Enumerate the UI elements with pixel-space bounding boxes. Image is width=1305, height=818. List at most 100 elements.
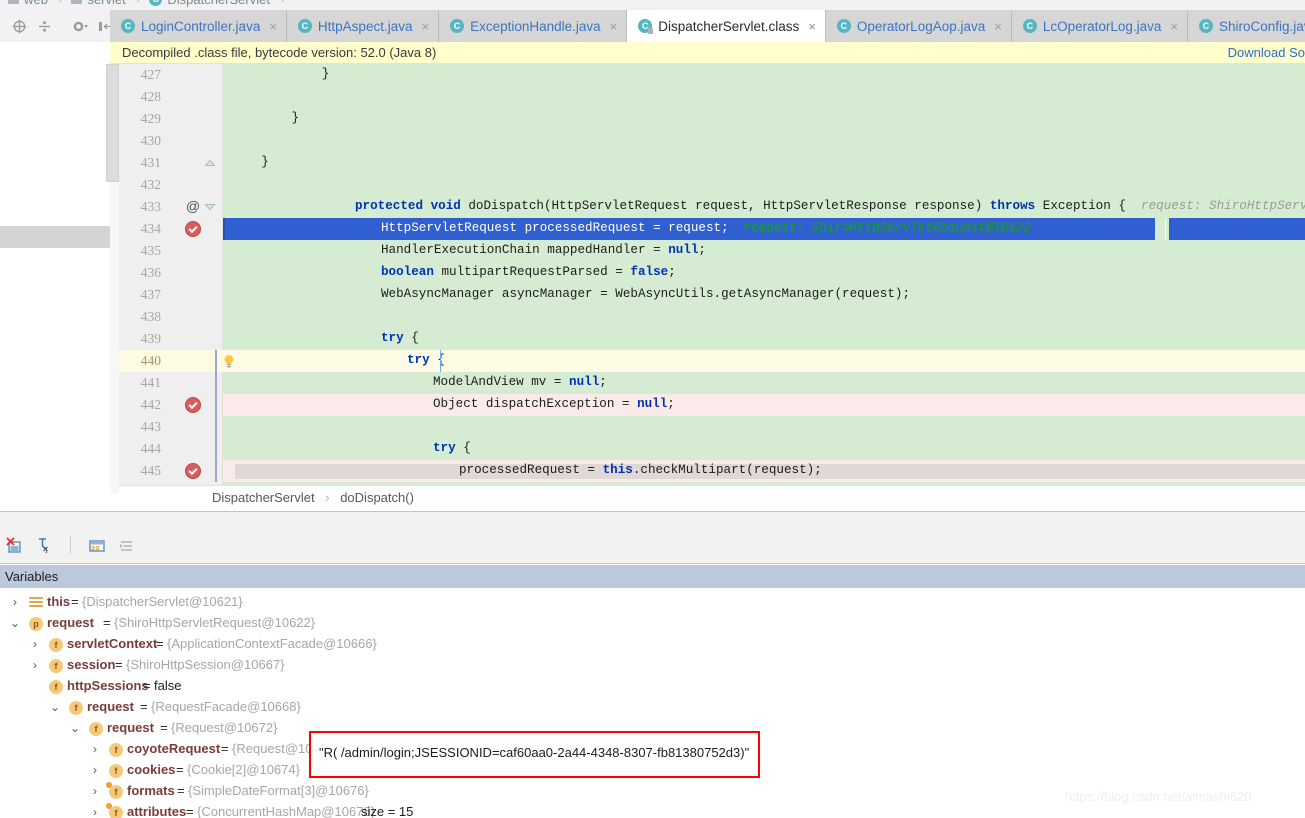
intention-bulb-icon[interactable] xyxy=(222,354,236,369)
tree-row-session[interactable]: › f session = {ShiroHttpSession@10667} xyxy=(0,655,1305,676)
tab-label: DispatcherServlet.class xyxy=(658,18,800,34)
close-icon[interactable]: × xyxy=(269,19,277,34)
close-icon[interactable]: × xyxy=(421,19,429,34)
breadcrumb-method[interactable]: doDispatch() xyxy=(340,490,414,505)
breadcrumb-item-servlet[interactable]: servlet xyxy=(87,0,125,7)
breakpoint-verified-icon[interactable] xyxy=(185,463,201,479)
tree-row-this[interactable]: › this = {DispatcherServlet@10621} xyxy=(0,592,1305,613)
settings-split-icon[interactable] xyxy=(37,19,52,34)
expand-arrow-icon[interactable]: › xyxy=(28,658,42,672)
breakpoint-verified-icon[interactable] xyxy=(185,397,201,413)
breadcrumb-separator: › xyxy=(136,0,140,6)
java-class-icon: C xyxy=(450,19,465,33)
equals-sign: = xyxy=(103,615,111,630)
breadcrumb-separator: › xyxy=(281,0,285,6)
expand-arrow-icon[interactable]: › xyxy=(28,637,42,651)
code-line-427[interactable]: 427 } xyxy=(119,64,1305,86)
left-panel-selected-row[interactable] xyxy=(0,226,110,248)
code-line-438[interactable]: 438 xyxy=(119,306,1305,328)
field-static-icon: f xyxy=(106,782,123,799)
tab-httpaspect[interactable]: C HttpAspect.java × xyxy=(286,10,440,42)
inline-hint-request-value: ShiroHttpServletRequest@10622 xyxy=(811,221,1031,235)
line-number: 438 xyxy=(140,309,161,324)
breadcrumb-class[interactable]: DispatcherServlet xyxy=(212,490,315,505)
code-line-440[interactable]: 440 440 try { xyxy=(119,350,1305,372)
code-fold-start-icon[interactable] xyxy=(204,201,216,213)
notification-text: Decompiled .class file, bytecode version… xyxy=(122,45,437,60)
code-line-433[interactable]: 433 @ protected void doDispatch(HttpServ… xyxy=(119,196,1305,218)
variable-name: servletContext xyxy=(67,636,158,651)
code-editor[interactable]: 427 } 428 429 } 430 431} 432 433 @ prot… xyxy=(119,64,1305,485)
code-line-445[interactable]: 445 processedRequest = this.checkMultipa… xyxy=(119,460,1305,482)
tab-dispatcherservlet[interactable]: C DispatcherServlet.class × xyxy=(627,10,826,42)
breadcrumb-separator: › xyxy=(325,490,330,505)
code-line-443[interactable]: 443 xyxy=(119,416,1305,438)
code-line-429[interactable]: 429 } xyxy=(119,108,1305,130)
tree-row-request-facade[interactable]: ⌄ f request = {RequestFacade@10668} xyxy=(0,697,1305,718)
evaluate-expression-icon[interactable]: I xyxy=(36,537,53,555)
code-fold-end-icon[interactable] xyxy=(204,157,216,169)
expand-arrow-icon[interactable]: › xyxy=(88,742,102,756)
tab-logincontroller[interactable]: C LoginController.java × xyxy=(110,10,287,42)
left-tool-panel xyxy=(0,42,110,516)
variable-value: {DispatcherServlet@10621} xyxy=(82,594,243,609)
tree-row-servletcontext[interactable]: › f servletContext = {ApplicationContext… xyxy=(0,634,1305,655)
code-line-444[interactable]: 444 try { xyxy=(119,438,1305,460)
code-line-428[interactable]: 428 xyxy=(119,86,1305,108)
code-line-432[interactable]: 432 xyxy=(119,174,1305,196)
variable-name: httpSessions xyxy=(67,678,149,693)
field-static-icon: f xyxy=(106,803,123,818)
tree-row-attributes[interactable]: › f attributes = {ConcurrentHashMap@1067… xyxy=(0,802,1305,818)
collapse-arrow-icon[interactable]: ⌄ xyxy=(48,700,62,714)
code-line-436[interactable]: 436 boolean multipartRequestParsed = fal… xyxy=(119,262,1305,284)
settings-view-icon[interactable] xyxy=(88,537,105,554)
code-block-indicator xyxy=(215,372,217,394)
tab-operatorlogaop[interactable]: C OperatorLogAop.java × xyxy=(825,10,1012,42)
variable-value: {ConcurrentHashMap@10678} xyxy=(197,804,375,818)
variable-name: request xyxy=(47,615,94,630)
editor-breadcrumb[interactable]: DispatcherServlet › doDispatch() xyxy=(119,485,1305,512)
code-line-434[interactable]: 434 HttpServletRequest processedRequest … xyxy=(119,218,1305,240)
breadcrumb-item-web[interactable]: web xyxy=(24,0,48,7)
tree-row-httpsessions[interactable]: f httpSessions = false xyxy=(0,676,1305,697)
override-annotation-icon[interactable]: @ xyxy=(185,198,201,214)
code-line-430[interactable]: 430 xyxy=(119,130,1305,152)
code-line-441[interactable]: 441 ModelAndView mv = null; xyxy=(119,372,1305,394)
collapse-arrow-icon[interactable]: ⌄ xyxy=(8,616,22,630)
variable-name: this xyxy=(47,594,71,609)
code-line-435[interactable]: 435 HandlerExecutionChain mappedHandler … xyxy=(119,240,1305,262)
close-icon[interactable]: × xyxy=(808,19,816,34)
code-line-439[interactable]: 439 try { xyxy=(119,328,1305,350)
code-line-431[interactable]: 431 } xyxy=(119,152,1305,174)
variables-title: Variables xyxy=(5,569,59,584)
tree-row-request-param[interactable]: ⌄ p request = {ShiroHttpServletRequest@1… xyxy=(0,613,1305,634)
tab-lcoperatorlog[interactable]: C LcOperatorLog.java × xyxy=(1011,10,1189,42)
tab-exceptionhandle[interactable]: C ExceptionHandle.java × xyxy=(439,10,628,42)
sort-values-icon[interactable] xyxy=(118,537,135,554)
scrollbar-thumb[interactable] xyxy=(106,64,119,182)
target-icon[interactable] xyxy=(12,19,27,34)
field-icon: f xyxy=(89,722,103,736)
gear-dropdown-icon[interactable] xyxy=(72,19,88,34)
expand-arrow-icon[interactable]: › xyxy=(88,805,102,818)
variables-tree[interactable]: › this = {DispatcherServlet@10621} ⌄ p r… xyxy=(0,588,1305,818)
variables-panel-header[interactable]: Variables xyxy=(0,565,1305,588)
download-sources-link[interactable]: Download So xyxy=(1228,45,1305,60)
code-line-442[interactable]: 442 Object dispatchException = null; xyxy=(119,394,1305,416)
close-icon[interactable]: × xyxy=(994,19,1002,34)
tab-shiroconfig[interactable]: C ShiroConfig.java × xyxy=(1188,10,1305,42)
breakpoint-verified-icon[interactable] xyxy=(185,221,201,237)
expand-arrow-icon[interactable]: › xyxy=(88,763,102,777)
close-icon[interactable]: × xyxy=(1170,19,1178,34)
code-line-437[interactable]: 437 WebAsyncManager asyncManager = WebAs… xyxy=(119,284,1305,306)
expand-arrow-icon[interactable]: › xyxy=(8,595,22,609)
collapse-arrow-icon[interactable]: ⌄ xyxy=(68,721,82,735)
variable-value: {Cookie[2]@10674} xyxy=(187,762,300,777)
expand-arrow-icon[interactable]: › xyxy=(88,784,102,798)
folder-icon xyxy=(71,0,83,5)
breadcrumb-item-dispatcherservlet[interactable]: DispatcherServlet xyxy=(167,0,270,7)
line-code: processedRequest = this.checkMultipart(r… xyxy=(459,463,822,477)
close-icon[interactable]: × xyxy=(610,19,618,34)
equals-sign: = xyxy=(176,762,184,777)
mute-breakpoints-icon[interactable] xyxy=(6,536,23,554)
